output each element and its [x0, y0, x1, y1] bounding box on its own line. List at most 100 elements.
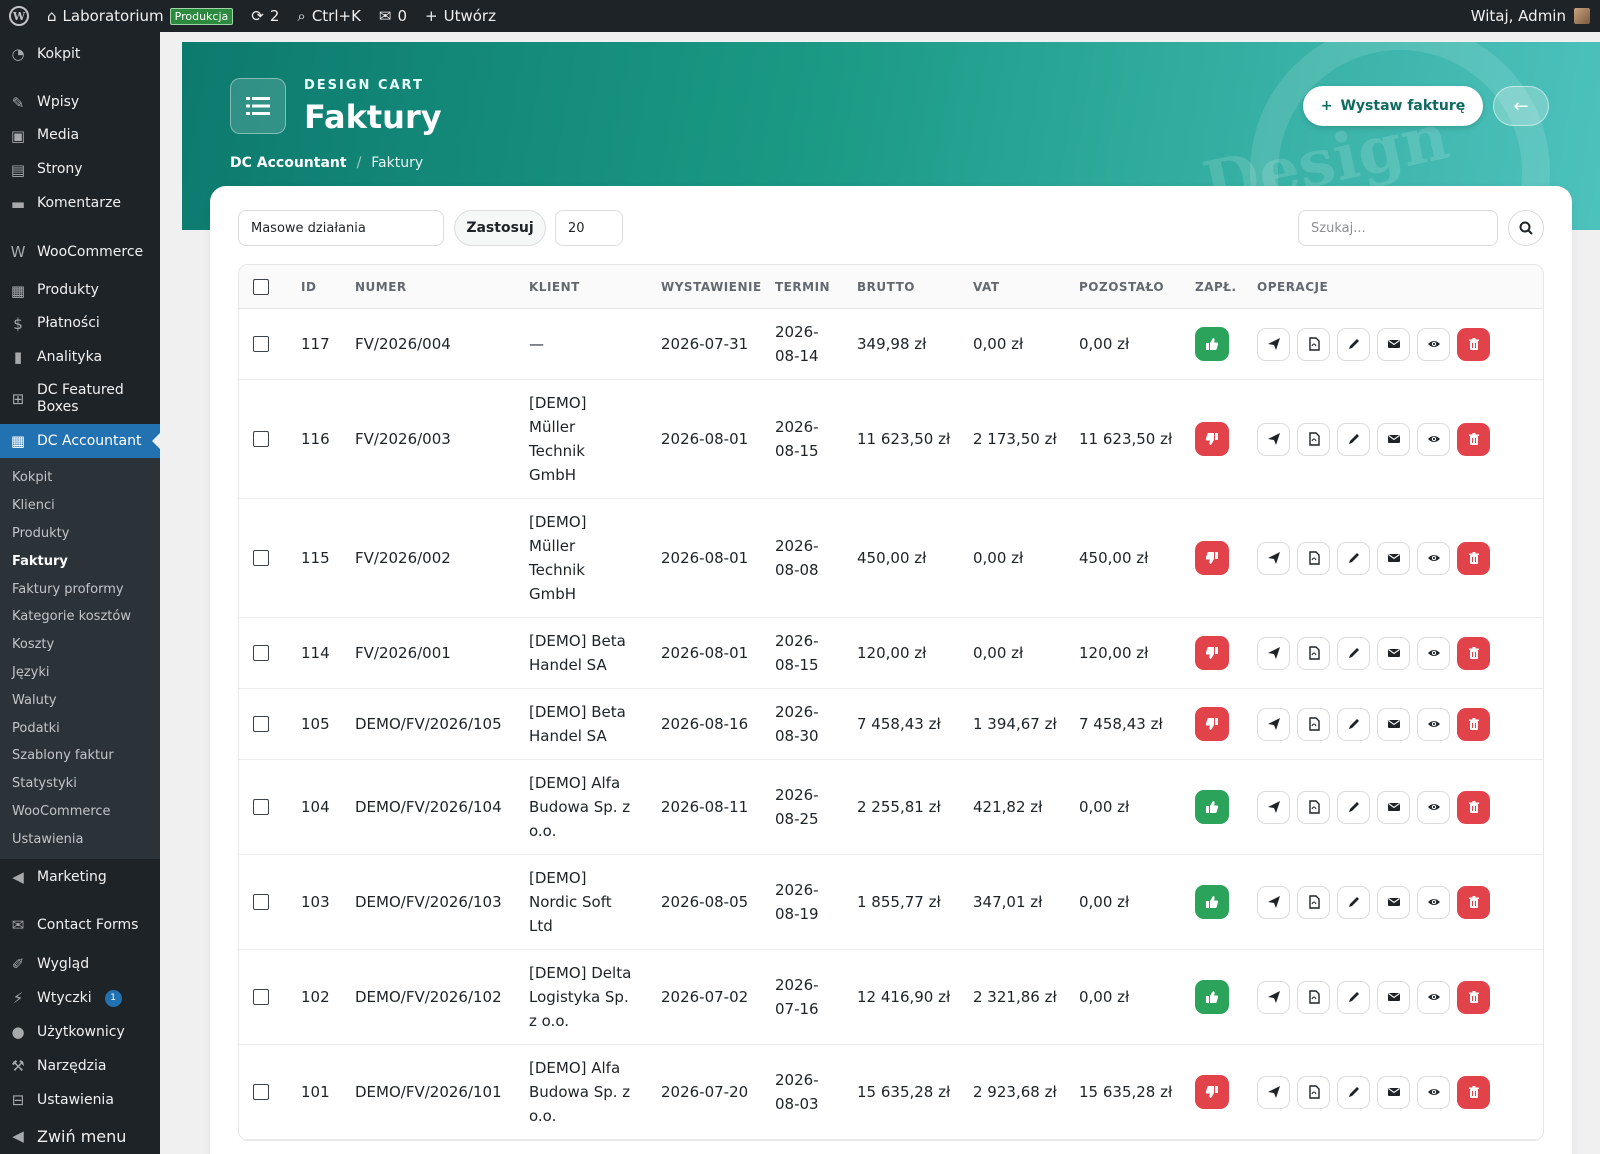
thumbs-down-icon[interactable] [1195, 1075, 1229, 1109]
command-palette-link[interactable]: ⌕ Ctrl+K [288, 0, 370, 32]
sidebar-item-zwin-menu[interactable]: ◀ Zwiń menu [0, 1117, 160, 1154]
my-account-link[interactable]: Witaj, Admin [1471, 7, 1600, 25]
view-button[interactable] [1417, 327, 1450, 361]
sidebar-item-wyglad[interactable]: ✐ Wygląd [0, 947, 160, 981]
pdf-button[interactable] [1297, 885, 1330, 919]
sidebar-item-woocommerce[interactable]: W WooCommerce [0, 230, 160, 274]
submenu-item-woocommerce[interactable]: WooCommerce [0, 798, 160, 826]
sidebar-item-wtyczki[interactable]: ⚡ Wtyczki 1 [0, 981, 160, 1015]
pdf-button[interactable] [1297, 980, 1330, 1014]
edit-button[interactable] [1337, 1075, 1370, 1109]
view-button[interactable] [1417, 541, 1450, 575]
delete-button[interactable] [1457, 636, 1490, 670]
email-button[interactable] [1377, 885, 1410, 919]
send-button[interactable] [1257, 885, 1290, 919]
edit-button[interactable] [1337, 980, 1370, 1014]
column-header-termin[interactable]: TERMIN [769, 275, 851, 299]
email-button[interactable] [1377, 980, 1410, 1014]
column-header-numer[interactable]: NUMER [349, 275, 523, 299]
thumbs-down-icon[interactable] [1195, 422, 1229, 456]
sidebar-item-narzedzia[interactable]: ⚒ Narzędzia [0, 1049, 160, 1083]
column-header-vat[interactable]: VAT [967, 275, 1073, 299]
thumbs-down-icon[interactable] [1195, 707, 1229, 741]
sidebar-item-contact-forms[interactable]: ✉ Contact Forms [0, 903, 160, 947]
column-header-pozostalo[interactable]: POZOSTAŁO [1073, 275, 1189, 299]
thumbs-down-icon[interactable] [1195, 541, 1229, 575]
sidebar-item-strony[interactable]: ▤ Strony [0, 152, 160, 187]
delete-button[interactable] [1457, 707, 1490, 741]
pdf-button[interactable] [1297, 327, 1330, 361]
sidebar-item-analityka[interactable]: ▮ Analityka [0, 340, 160, 374]
pdf-button[interactable] [1297, 707, 1330, 741]
sidebar-item-komentarze[interactable]: ▬ Komentarze [0, 187, 160, 220]
search-button[interactable] [1508, 210, 1544, 246]
sidebar-item-dc-featured-boxes[interactable]: ⊞ DC Featured Boxes [0, 374, 160, 424]
delete-button[interactable] [1457, 1075, 1490, 1109]
thumbs-up-icon[interactable] [1195, 790, 1229, 824]
delete-button[interactable] [1457, 790, 1490, 824]
submenu-item-kategorie-kosztow[interactable]: Kategorie kosztów [0, 603, 160, 631]
row-checkbox[interactable] [253, 336, 269, 352]
view-button[interactable] [1417, 422, 1450, 456]
view-button[interactable] [1417, 636, 1450, 670]
invoice-number[interactable]: DEMO/FV/2026/102 [349, 985, 523, 1009]
sidebar-item-platnosci[interactable]: $ Płatności [0, 307, 160, 340]
column-header-wystawienie[interactable]: WYSTAWIENIE [655, 275, 769, 299]
submenu-item-ustawienia[interactable]: Ustawienia [0, 825, 160, 853]
delete-button[interactable] [1457, 541, 1490, 575]
sidebar-item-wpisy[interactable]: ✎ Wpisy [0, 86, 160, 119]
view-button[interactable] [1417, 707, 1450, 741]
comments-link[interactable]: ✉ 0 [370, 0, 416, 32]
email-button[interactable] [1377, 541, 1410, 575]
invoice-number[interactable]: DEMO/FV/2026/103 [349, 890, 523, 914]
send-button[interactable] [1257, 1075, 1290, 1109]
invoice-number[interactable]: FV/2026/004 [349, 332, 523, 356]
breadcrumb-link[interactable]: DC Accountant [230, 155, 347, 171]
invoice-number[interactable]: FV/2026/003 [349, 427, 523, 451]
row-checkbox[interactable] [253, 894, 269, 910]
back-button[interactable]: ← [1493, 86, 1549, 126]
new-invoice-button[interactable]: + Wystaw fakturę [1303, 86, 1483, 126]
send-button[interactable] [1257, 327, 1290, 361]
edit-button[interactable] [1337, 707, 1370, 741]
row-checkbox[interactable] [253, 799, 269, 815]
send-button[interactable] [1257, 980, 1290, 1014]
email-button[interactable] [1377, 707, 1410, 741]
edit-button[interactable] [1337, 885, 1370, 919]
row-checkbox[interactable] [253, 1084, 269, 1100]
row-checkbox[interactable] [253, 645, 269, 661]
view-button[interactable] [1417, 885, 1450, 919]
send-button[interactable] [1257, 636, 1290, 670]
column-header-id[interactable]: ID [295, 275, 349, 299]
sidebar-item-kokpit[interactable]: ◔ Kokpit [0, 32, 160, 76]
invoice-number[interactable]: DEMO/FV/2026/105 [349, 712, 523, 736]
row-checkbox[interactable] [253, 431, 269, 447]
row-checkbox[interactable] [253, 989, 269, 1005]
submenu-item-faktury[interactable]: Faktury [0, 547, 160, 575]
select-all-checkbox[interactable] [253, 278, 269, 295]
edit-button[interactable] [1337, 636, 1370, 670]
search-input[interactable] [1298, 210, 1498, 246]
submenu-item-koszty[interactable]: Koszty [0, 631, 160, 659]
edit-button[interactable] [1337, 541, 1370, 575]
submenu-item-jezyki[interactable]: Języki [0, 659, 160, 687]
column-header-brutto[interactable]: BRUTTO [851, 275, 967, 299]
send-button[interactable] [1257, 790, 1290, 824]
delete-button[interactable] [1457, 422, 1490, 456]
sidebar-item-dc-accountant[interactable]: ▦ DC Accountant [0, 424, 160, 458]
email-button[interactable] [1377, 636, 1410, 670]
sidebar-item-produkty[interactable]: ▦ Produkty [0, 274, 160, 307]
thumbs-up-icon[interactable] [1195, 980, 1229, 1014]
submenu-item-kokpit[interactable]: Kokpit [0, 464, 160, 492]
thumbs-up-icon[interactable] [1195, 885, 1229, 919]
bulk-actions-select[interactable]: Masowe działania [238, 210, 444, 246]
edit-button[interactable] [1337, 422, 1370, 456]
wordpress-logo-icon[interactable]: W [0, 0, 38, 32]
invoice-number[interactable]: DEMO/FV/2026/101 [349, 1080, 523, 1104]
apply-button[interactable]: Zastosuj [454, 210, 546, 246]
submenu-item-klienci[interactable]: Klienci [0, 492, 160, 520]
view-button[interactable] [1417, 1075, 1450, 1109]
per-page-input[interactable]: 20 [555, 210, 623, 246]
thumbs-up-icon[interactable] [1195, 327, 1229, 361]
submenu-item-szablony-faktur[interactable]: Szablony faktur [0, 742, 160, 770]
